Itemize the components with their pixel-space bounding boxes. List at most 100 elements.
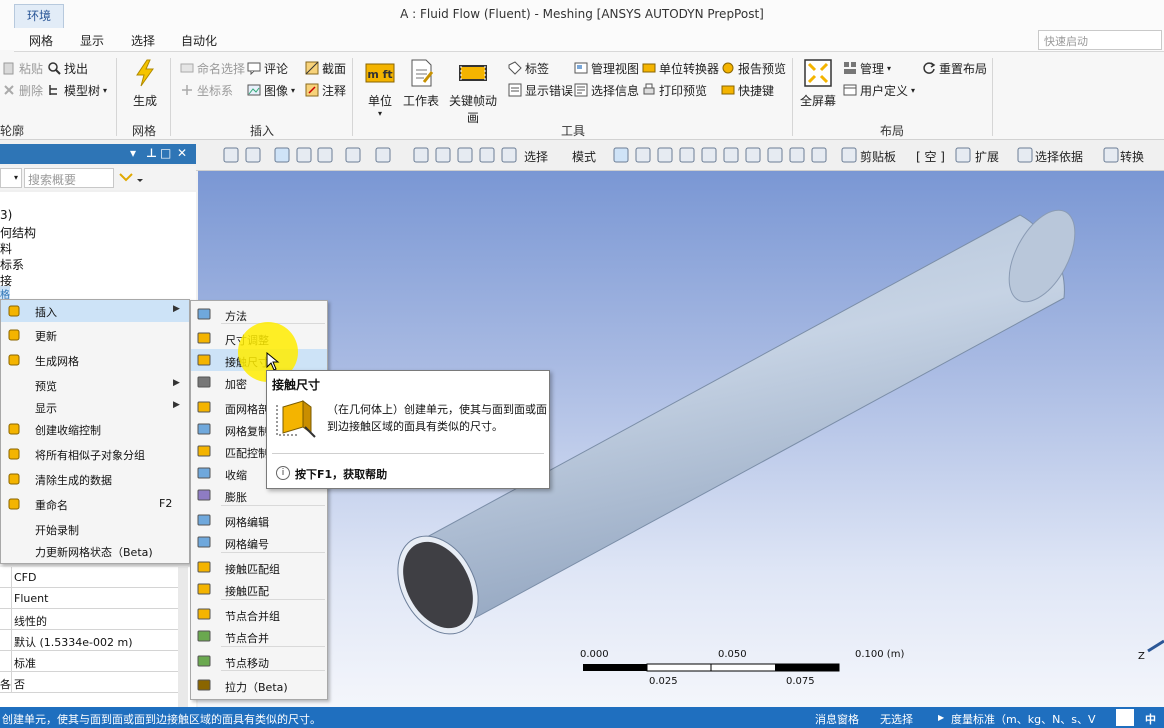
- detail-row[interactable]: Fluent: [0, 588, 186, 609]
- detail-row[interactable]: 线性的: [0, 609, 186, 630]
- zoom-in-icon[interactable]: [223, 147, 239, 163]
- fullscreen-button[interactable]: 全屏幕: [798, 58, 838, 109]
- tree-node[interactable]: 标系: [0, 256, 24, 273]
- clipboard-icon[interactable]: [841, 147, 857, 163]
- named-selection-button[interactable]: 命名选择: [180, 59, 245, 77]
- report-preview-button[interactable]: 报告预览: [721, 59, 786, 77]
- tree-node[interactable]: 何结构: [0, 224, 36, 241]
- submenu-item[interactable]: 网格编号: [191, 531, 327, 553]
- node-icon[interactable]: [701, 147, 717, 163]
- submenu-item[interactable]: 节点合并: [191, 625, 327, 647]
- xyz-icon[interactable]: [789, 147, 805, 163]
- manage-layout-button[interactable]: 管理 ▾: [843, 59, 891, 77]
- zoom-box-icon[interactable]: [457, 147, 473, 163]
- user-defined-button[interactable]: 用户定义 ▾: [843, 81, 915, 99]
- maximize-icon[interactable]: □: [160, 146, 171, 160]
- selection-info-button[interactable]: 选择信息: [574, 81, 639, 99]
- app-tray-icon[interactable]: [1116, 709, 1134, 726]
- label-button[interactable]: 标签: [508, 59, 549, 77]
- submenu-item[interactable]: 节点移动: [191, 650, 327, 672]
- zoom-fit-icon[interactable]: [479, 147, 495, 163]
- context-menu-item[interactable]: 重命名 F2: [1, 493, 189, 515]
- select-by-button[interactable]: 选择依据: [1035, 148, 1083, 165]
- units-status[interactable]: 度量标准（m、kg、N、s、V: [951, 711, 1096, 727]
- zoom-reset-icon[interactable]: [501, 147, 517, 163]
- submenu-item[interactable]: 网格编辑: [191, 509, 327, 531]
- comment-button[interactable]: 评论: [247, 59, 288, 77]
- context-menu-item[interactable]: 预览 ▶: [1, 374, 189, 396]
- pan-icon[interactable]: [413, 147, 429, 163]
- body-icon[interactable]: [679, 147, 695, 163]
- shortcut-keys-button[interactable]: 快捷键: [721, 81, 774, 99]
- pin-icon[interactable]: ⊥: [146, 146, 157, 160]
- detail-row[interactable]: 标准: [0, 651, 186, 672]
- search-options-icon[interactable]: [118, 169, 144, 187]
- worksheet-button[interactable]: 工作表: [402, 58, 440, 109]
- quick-launch-input[interactable]: 快速启动: [1038, 30, 1162, 50]
- model-tree-button[interactable]: 模型树 ▾: [47, 81, 107, 99]
- details-scrollbar[interactable]: [178, 567, 188, 707]
- annotation-button[interactable]: 注释: [305, 81, 346, 99]
- tab-automation[interactable]: 自动化: [181, 32, 217, 49]
- submenu-item[interactable]: 接触匹配: [191, 578, 327, 600]
- submenu-item[interactable]: 方法: [191, 303, 327, 325]
- chevron-down-icon[interactable]: ▾: [130, 146, 136, 160]
- convert-button[interactable]: 转换: [1120, 148, 1144, 165]
- submenu-item[interactable]: 拉力（Beta): [191, 674, 327, 696]
- reset-layout-button[interactable]: 重置布局: [922, 59, 987, 77]
- submenu-item[interactable]: 接触匹配组: [191, 556, 327, 578]
- context-menu-item[interactable]: 创建收缩控制: [1, 418, 189, 440]
- generate-mesh-button[interactable]: 生成: [128, 58, 162, 109]
- show-errors-button[interactable]: 显示错误: [508, 81, 573, 99]
- ime-indicator[interactable]: 中: [1145, 711, 1156, 727]
- edge-icon[interactable]: [635, 147, 651, 163]
- context-menu-item[interactable]: 生成网格: [1, 349, 189, 371]
- search-input[interactable]: 搜索概要: [24, 168, 114, 188]
- face-element-icon[interactable]: [745, 147, 761, 163]
- units-button[interactable]: m ft 单位 ▾: [362, 58, 398, 118]
- print-preview-button[interactable]: 打印预览: [642, 81, 707, 99]
- close-icon[interactable]: ✕: [177, 146, 187, 160]
- paste-button[interactable]: 粘贴: [2, 59, 43, 77]
- cube-icon[interactable]: [274, 147, 290, 163]
- element-icon[interactable]: [723, 147, 739, 163]
- element-body-icon[interactable]: [767, 147, 783, 163]
- keyframe-animation-button[interactable]: 关键帧动画: [444, 58, 502, 126]
- section-plane-button[interactable]: 截面: [305, 59, 346, 77]
- context-menu-item[interactable]: 清除生成的数据: [1, 468, 189, 490]
- face-icon[interactable]: [657, 147, 673, 163]
- rotate-icon[interactable]: [375, 147, 391, 163]
- select-by-icon[interactable]: [1017, 147, 1033, 163]
- context-menu-item[interactable]: 开始录制: [1, 518, 189, 540]
- image-button[interactable]: 图像 ▾: [247, 81, 295, 99]
- probe-icon[interactable]: [811, 147, 827, 163]
- context-menu-item[interactable]: 力更新网格状态（Beta): [1, 540, 189, 562]
- context-menu-item[interactable]: 显示 ▶: [1, 396, 189, 418]
- context-menu-item[interactable]: 更新: [1, 324, 189, 346]
- vertex-icon[interactable]: [613, 147, 629, 163]
- convert-icon[interactable]: [1103, 147, 1119, 163]
- submenu-item[interactable]: 节点合并组: [191, 603, 327, 625]
- tab-selection[interactable]: 选择: [131, 32, 155, 49]
- delete-button[interactable]: 删除: [2, 81, 43, 99]
- extend-icon[interactable]: [955, 147, 971, 163]
- box-select-icon[interactable]: [345, 147, 361, 163]
- detail-row[interactable]: 默认 (1.5334e-002 m): [0, 630, 186, 651]
- find-button[interactable]: 找出: [47, 59, 88, 77]
- manage-views-button[interactable]: 管理视图: [574, 59, 639, 77]
- filter-dropdown[interactable]: ▾: [0, 168, 22, 188]
- zoom-out-icon[interactable]: [245, 147, 261, 163]
- tab-display[interactable]: 显示: [80, 32, 104, 49]
- clipboard-button[interactable]: 剪贴板: [860, 148, 896, 165]
- context-menu-item[interactable]: 将所有相似子对象分组: [1, 443, 189, 465]
- select-mode-button[interactable]: 模式: [572, 148, 596, 165]
- tab-mesh[interactable]: 网格: [29, 32, 53, 49]
- select-label[interactable]: 选择: [524, 148, 548, 165]
- tree-node[interactable]: 3): [0, 208, 12, 222]
- view-icon[interactable]: [317, 147, 333, 163]
- cube-shaded-icon[interactable]: [296, 147, 312, 163]
- detail-row[interactable]: CFD: [0, 567, 186, 588]
- tree-node[interactable]: 料: [0, 240, 12, 257]
- messages-pane-button[interactable]: 消息窗格: [815, 711, 859, 727]
- detail-row[interactable]: 各否: [0, 672, 186, 693]
